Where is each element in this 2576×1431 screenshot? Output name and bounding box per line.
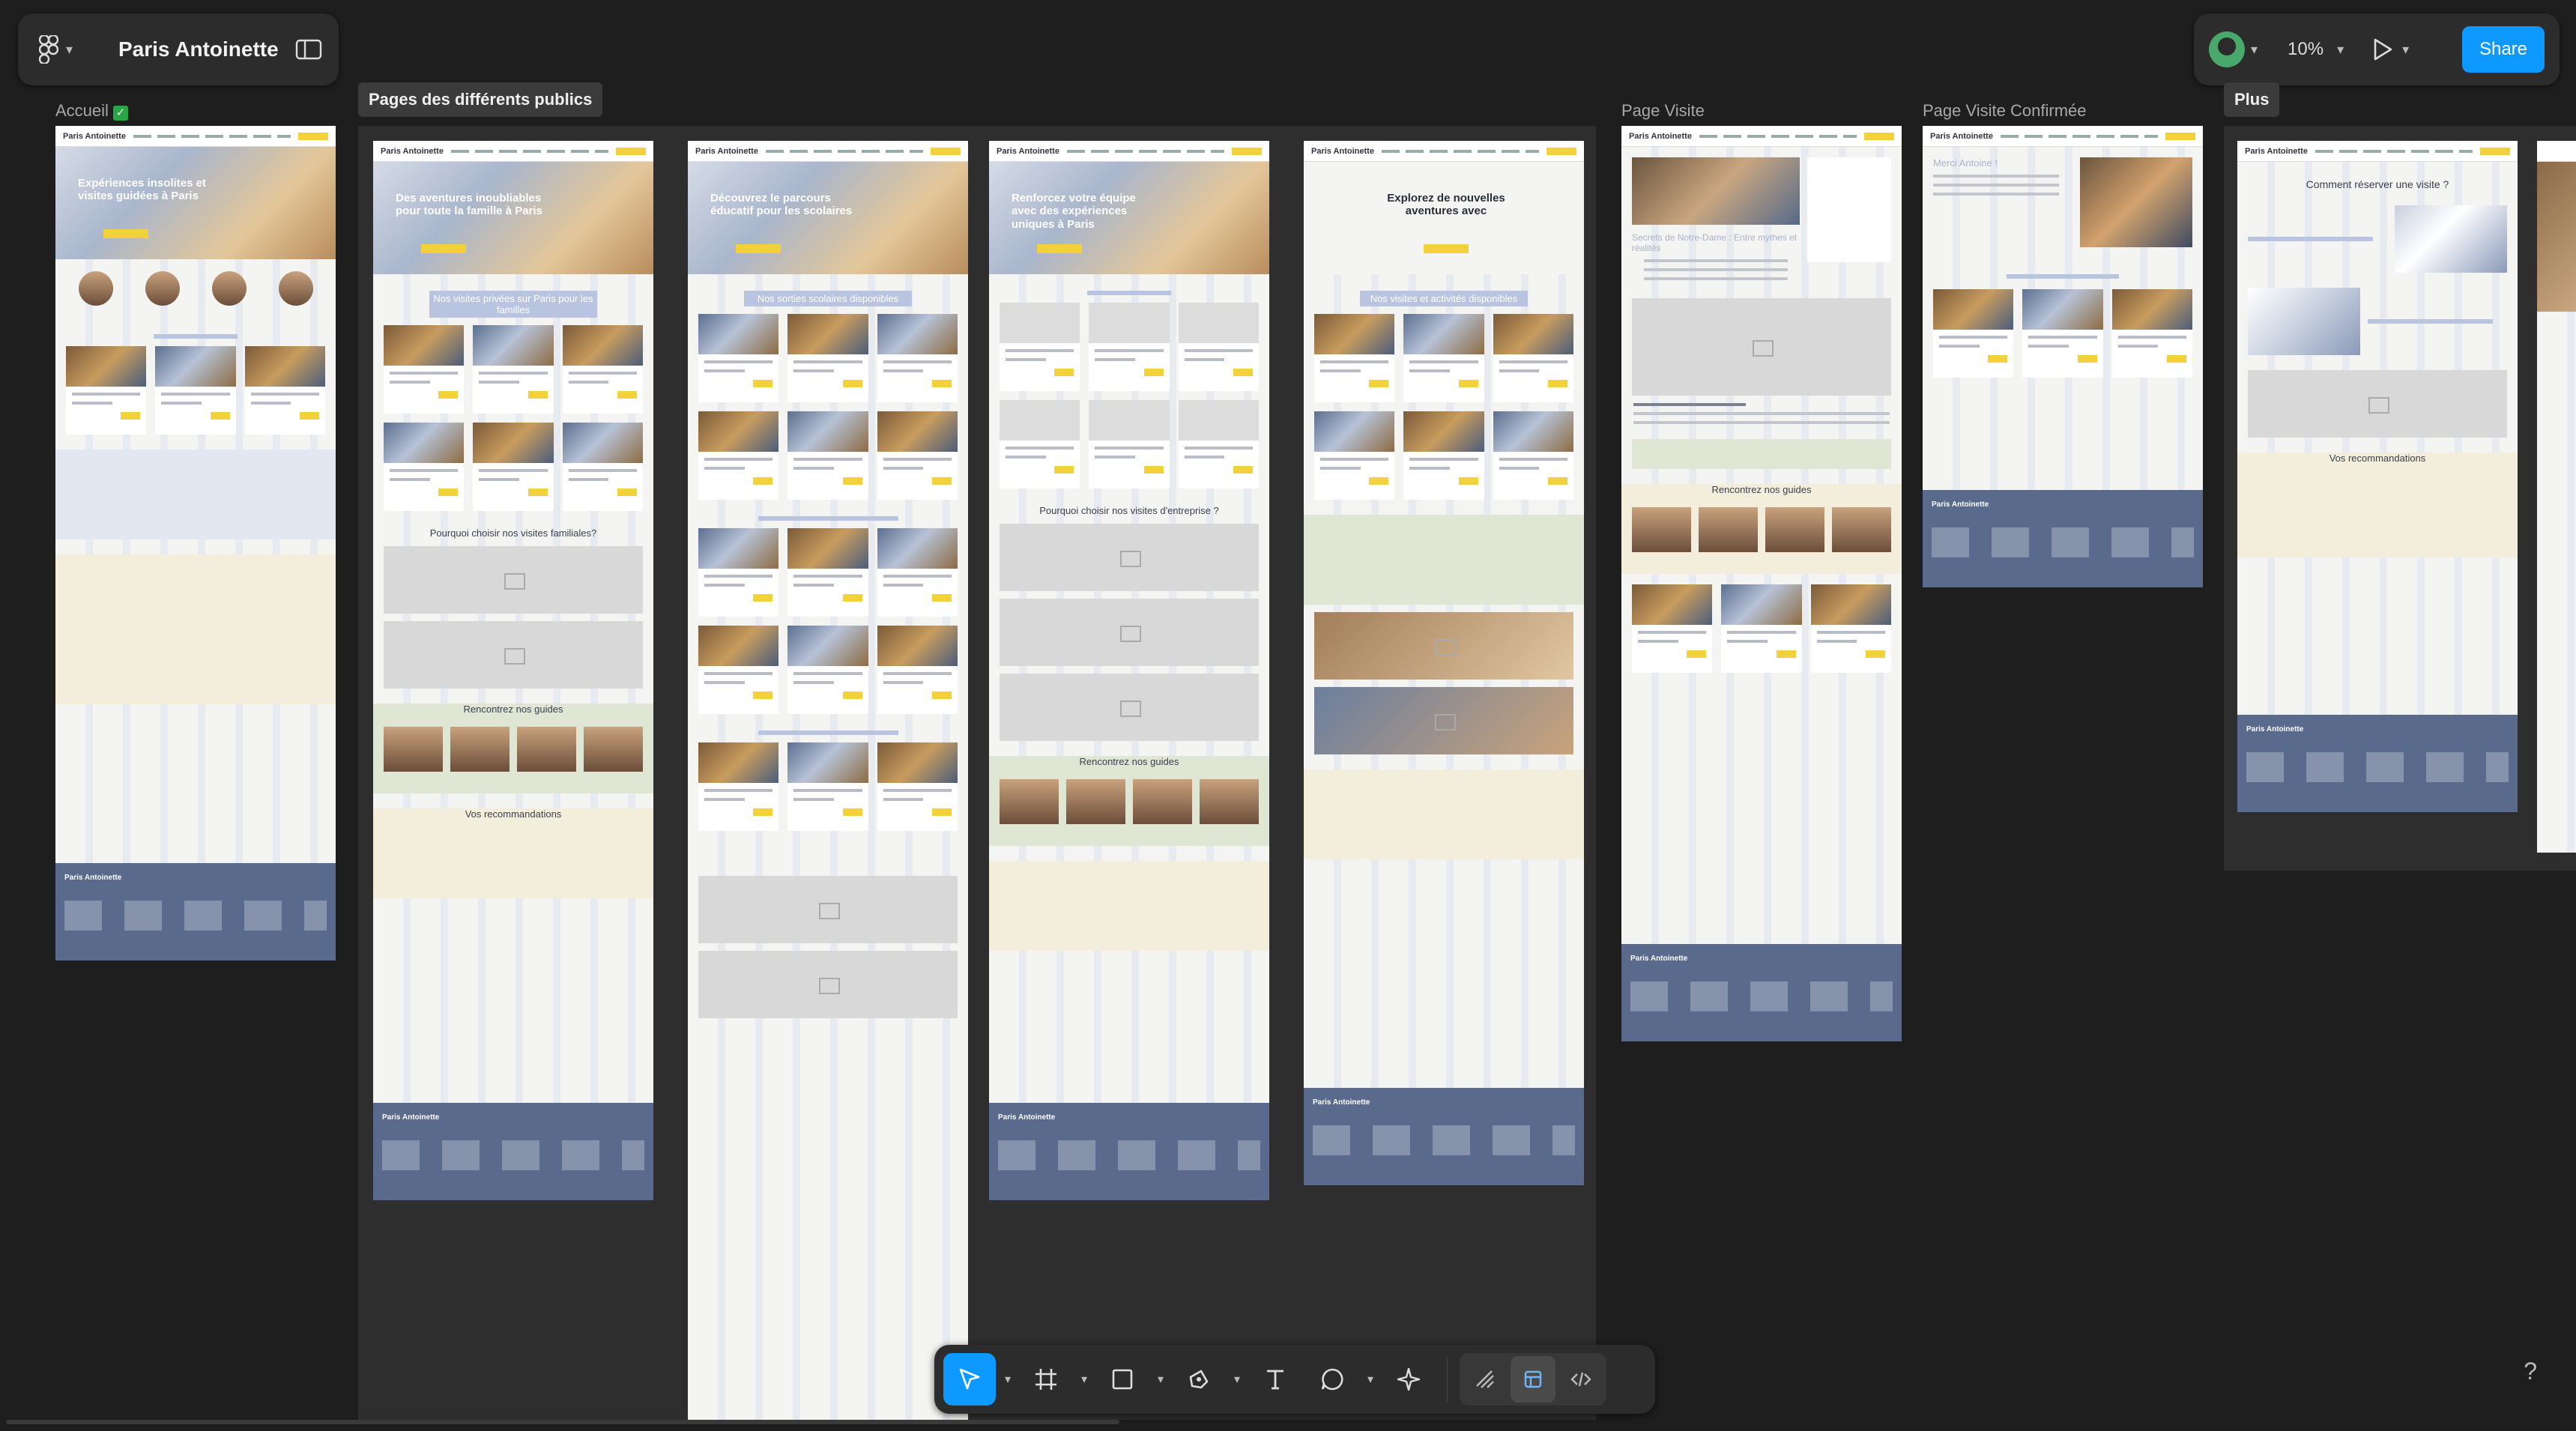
section-label-publics[interactable]: Pages des différents publics	[358, 82, 603, 117]
draw-icon	[1476, 1370, 1494, 1388]
frame-reservation[interactable]: Paris Antoinette Comment réserver une vi…	[2237, 141, 2518, 812]
present-button[interactable]: ▾	[2372, 37, 2409, 61]
frame-seniors[interactable]: Paris Antoinette Explorez de nouvelles a…	[1304, 141, 1584, 1185]
code-icon	[1570, 1372, 1591, 1387]
mode-switcher	[1460, 1353, 1606, 1406]
frame-page-visite[interactable]: Paris Antoinette Secrets de Notre-Dame :…	[1621, 126, 1902, 1041]
comment-tool-button[interactable]	[1306, 1353, 1358, 1406]
design-mode-button[interactable]	[1511, 1356, 1555, 1403]
frame-page-visite-confirmee[interactable]: Paris Antoinette Merci Antoine ! Paris A…	[1923, 126, 2203, 587]
dev-mode-button[interactable]	[1558, 1356, 1603, 1403]
shape-tool-button[interactable]	[1096, 1353, 1149, 1406]
chevron-down-icon[interactable]: ▾	[1077, 1372, 1092, 1387]
frame-partial-right[interactable]	[2537, 141, 2576, 853]
chevron-down-icon: ▾	[2337, 41, 2344, 57]
design-icon	[1524, 1370, 1542, 1388]
pen-icon	[1189, 1370, 1209, 1389]
chevron-down-icon[interactable]: ▾	[1153, 1372, 1168, 1387]
chevron-down-icon[interactable]: ▾	[1230, 1372, 1245, 1387]
play-icon	[2374, 38, 2392, 61]
horizontal-scrollbar[interactable]	[6, 1420, 1119, 1424]
section-label-plus[interactable]: Plus	[2224, 82, 2280, 117]
rectangle-icon	[1112, 1369, 1133, 1390]
toolbar-divider	[1447, 1357, 1448, 1402]
check-icon: ✓	[112, 106, 128, 121]
frame-accueil[interactable]: Paris Antoinette Expériences insolites e…	[55, 126, 336, 960]
frame-scolaires[interactable]: Paris Antoinette Découvrez le parcours é…	[688, 141, 968, 1420]
chevron-down-icon: ▾	[2251, 41, 2258, 57]
cursor-icon	[959, 1368, 980, 1390]
avatar	[2209, 31, 2245, 67]
frame-icon	[1035, 1369, 1056, 1390]
sparkle-icon	[1397, 1367, 1421, 1391]
chevron-down-icon[interactable]: ▾	[1363, 1372, 1378, 1387]
file-name[interactable]: Paris Antoinette	[118, 37, 283, 61]
main-menu-button[interactable]: ▾	[39, 35, 106, 64]
sidebar-toggle-icon[interactable]	[295, 39, 322, 60]
frame-familles[interactable]: Paris Antoinette Des aventures inoubliab…	[373, 141, 653, 1200]
frame-label-accueil[interactable]: Accueil ✓	[55, 101, 128, 121]
draw-mode-button[interactable]	[1463, 1356, 1508, 1403]
right-toolbar: ▾ 10% ▾ ▾ Share	[2194, 13, 2560, 85]
comment-icon	[1321, 1368, 1343, 1391]
bottom-toolbar: ▾ ▾ ▾ ▾ ▾	[934, 1345, 1655, 1414]
chevron-down-icon: ▾	[66, 41, 73, 57]
move-tool-button[interactable]	[943, 1353, 996, 1406]
chevron-down-icon[interactable]: ▾	[1000, 1372, 1015, 1387]
file-bar: ▾ Paris Antoinette	[18, 13, 339, 85]
zoom-dropdown[interactable]: 10% ▾	[2277, 28, 2354, 70]
pen-tool-button[interactable]	[1173, 1353, 1225, 1406]
text-icon	[1267, 1370, 1284, 1390]
ai-tool-button[interactable]	[1382, 1353, 1435, 1406]
share-button[interactable]: Share	[2462, 26, 2545, 73]
zoom-level: 10%	[2288, 39, 2324, 59]
frame-label-page-visite-confirmee[interactable]: Page Visite Confirmée	[1923, 101, 2087, 121]
chevron-down-icon: ▾	[2402, 41, 2410, 57]
figma-logo-icon	[39, 35, 58, 64]
help-icon[interactable]: ?	[2524, 1358, 2537, 1385]
frame-entreprise[interactable]: Paris Antoinette Renforcez votre équipe …	[989, 141, 1269, 1200]
hero-title: Expériences insolites et visites guidées…	[78, 177, 206, 203]
text-tool-button[interactable]	[1249, 1353, 1301, 1406]
frame-label-page-visite[interactable]: Page Visite	[1621, 101, 1705, 121]
frame-tool-button[interactable]	[1020, 1353, 1072, 1406]
user-menu-button[interactable]: ▾	[2209, 31, 2258, 67]
